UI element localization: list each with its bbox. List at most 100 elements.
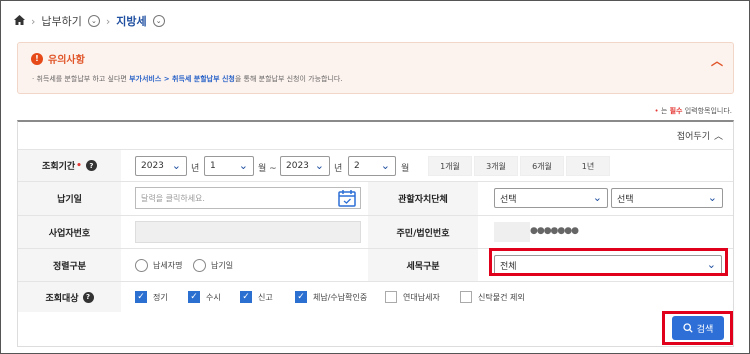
- year-unit: 년: [191, 164, 200, 174]
- breadcrumb: › 납부하기 ⌄ › 지방세 ⌄: [14, 13, 165, 29]
- search-button-label: 검색: [696, 324, 714, 335]
- sort-radio-taxpayer-label: 납세자명: [153, 261, 183, 270]
- from-year-value: 2023: [141, 161, 164, 171]
- to-year-select[interactable]: 2023 ⌄: [280, 156, 330, 176]
- to-year-value: 2023: [286, 161, 309, 171]
- radio-circle: [193, 259, 206, 272]
- month-unit: 월: [401, 164, 410, 174]
- breadcrumb-level2[interactable]: 지방세: [116, 13, 146, 29]
- resident-no-label: 주민/법인번호: [368, 216, 478, 248]
- chevron-down-icon[interactable]: ⌄: [87, 15, 100, 27]
- calendar-icon[interactable]: [338, 189, 356, 207]
- checkbox-checked: ✓: [240, 291, 252, 303]
- checkbox-checked: ✓: [188, 291, 200, 303]
- preset-3m-button[interactable]: 3개월: [474, 156, 518, 176]
- sort-radio-taxpayer[interactable]: 납세자명: [135, 259, 182, 272]
- search-form-panel: 접어두기 ︿ 조회기간 •? 2023 ⌄ 년 1 ⌄ 월 ~ 2023 ⌄ 년 2 ⌄ …: [17, 120, 734, 347]
- preset-1m-button[interactable]: 1개월: [428, 156, 472, 176]
- row-query-target: 조회대상? ✓ 정기 ✓ 수시 ✓ 신고 ✓ 체납/수납확인중 연대납세자 신탁물건 제…: [18, 281, 733, 312]
- notice-title: ! 유의사항: [31, 51, 85, 66]
- from-month-select[interactable]: 1 ⌄: [204, 156, 254, 176]
- collapse-toggle[interactable]: 접어두기 ︿: [677, 129, 723, 142]
- required-note-prefix: 는: [660, 107, 670, 115]
- business-no-input: [135, 221, 361, 243]
- required-star-icon: •: [654, 107, 659, 115]
- preset-6m-button[interactable]: 6개월: [520, 156, 564, 176]
- jurisdiction-select-2-value: 선택: [617, 194, 634, 205]
- chevron-right-icon: ›: [105, 14, 111, 28]
- row-business-no: 사업자번호 주민/법인번호 ●●●●●●●: [18, 215, 733, 248]
- collapse-label: 접어두기: [676, 132, 710, 142]
- checkbox-checked: ✓: [135, 291, 147, 303]
- preset-1y-button[interactable]: 1년: [566, 156, 610, 176]
- required-note: • 는 필수 입력항목입니다.: [655, 106, 732, 116]
- from-month-value: 1: [210, 161, 216, 171]
- help-icon[interactable]: ?: [85, 160, 97, 171]
- sort-radio-duedate[interactable]: 납기일: [193, 259, 233, 272]
- chevron-down-icon[interactable]: ⌄: [152, 15, 165, 27]
- chevron-down-icon: ⌄: [171, 159, 181, 172]
- required-note-emph: 필수: [669, 107, 683, 115]
- period-label: 조회기간 •?: [18, 150, 121, 181]
- chevron-down-icon: ⌄: [314, 159, 324, 172]
- check-trust-exclude[interactable]: 신탁물건 제외: [460, 291, 525, 303]
- chevron-down-icon: ⌄: [707, 191, 717, 204]
- checkbox-unchecked: [460, 291, 472, 303]
- check-trust-exclude-label: 신탁물건 제외: [478, 292, 525, 302]
- required-note-suffix: 입력항목입니다.: [682, 107, 732, 115]
- help-icon[interactable]: ?: [82, 291, 94, 303]
- notice-link[interactable]: 부가서비스 > 취득세 분할납부 신청: [129, 75, 235, 83]
- jurisdiction-label: 관할자치단체: [368, 182, 478, 215]
- sort-radio-duedate-label: 납기일: [211, 261, 234, 270]
- check-occasional-label: 수시: [206, 292, 221, 302]
- resident-no-masked: ●●●●●●●: [530, 226, 579, 236]
- checkbox-unchecked: [385, 291, 397, 303]
- year-unit: 년: [334, 164, 343, 174]
- payment-date-placeholder: 달력을 클릭하세요.: [141, 193, 205, 203]
- chevron-up-icon: ︿: [713, 132, 723, 142]
- warning-icon: !: [31, 52, 43, 65]
- sort-label: 정렬구분: [18, 249, 121, 281]
- check-report-label: 신고: [258, 292, 273, 302]
- jurisdiction-select-1[interactable]: 선택 ⌄: [494, 188, 608, 208]
- payment-date-label: 납기일: [18, 182, 121, 215]
- notice-title-text: 유의사항: [48, 55, 85, 66]
- query-target-label: 조회대상?: [18, 282, 121, 312]
- check-regular[interactable]: ✓ 정기: [135, 291, 168, 303]
- check-regular-label: 정기: [153, 292, 168, 302]
- notice-text: · 취득세를 분할납부 하고 싶다면 부가서비스 > 취득세 분할납부 신청을 …: [32, 74, 343, 84]
- check-occasional[interactable]: ✓ 수시: [188, 291, 221, 303]
- required-star-icon: •: [76, 160, 82, 171]
- resident-no-input: [494, 222, 530, 242]
- chevron-down-icon: ⌄: [592, 191, 602, 204]
- chevron-up-icon[interactable]: ︿: [711, 52, 723, 69]
- query-target-label-text: 조회대상: [45, 293, 79, 304]
- to-month-select[interactable]: 2 ⌄: [348, 156, 396, 176]
- jurisdiction-select-2[interactable]: 선택 ⌄: [611, 188, 723, 208]
- chevron-down-icon: ⌄: [380, 159, 390, 172]
- business-no-label: 사업자번호: [18, 216, 121, 248]
- search-icon: [683, 323, 693, 333]
- radio-circle: [135, 259, 148, 272]
- to-month-value: 2: [354, 161, 360, 171]
- row-payment-date: 납기일 달력을 클릭하세요. 관할자치단체 선택 ⌄ 선택 ⌄: [18, 181, 733, 215]
- tax-category-label: 세목구분: [368, 249, 478, 281]
- checkbox-checked: ✓: [295, 291, 307, 303]
- home-icon[interactable]: [14, 14, 25, 28]
- check-joint-taxpayer[interactable]: 연대납세자: [385, 291, 440, 303]
- chevron-right-icon: ›: [31, 14, 36, 28]
- period-label-text: 조회기간: [42, 162, 76, 172]
- payment-date-input[interactable]: 달력을 클릭하세요.: [135, 187, 361, 209]
- month-unit-sep: 월 ~: [258, 164, 277, 174]
- from-year-select[interactable]: 2023 ⌄: [135, 156, 187, 176]
- highlight-tax-category: [489, 248, 728, 276]
- chevron-down-icon: ⌄: [238, 159, 248, 172]
- notice-text-suffix: 을 통해 분할납부 신청이 가능합니다.: [234, 75, 343, 83]
- breadcrumb-level1[interactable]: 납부하기: [41, 13, 81, 29]
- notice-text-prefix: · 취득세를 분할납부 하고 싶다면: [32, 75, 130, 83]
- check-arrears-label: 체납/수납확인중: [313, 292, 368, 302]
- check-arrears[interactable]: ✓ 체납/수납확인중: [295, 291, 367, 303]
- check-report[interactable]: ✓ 신고: [240, 291, 273, 303]
- search-button[interactable]: 검색: [672, 316, 724, 340]
- notice-box: ! 유의사항 · 취득세를 분할납부 하고 싶다면 부가서비스 > 취득세 분할…: [17, 42, 734, 94]
